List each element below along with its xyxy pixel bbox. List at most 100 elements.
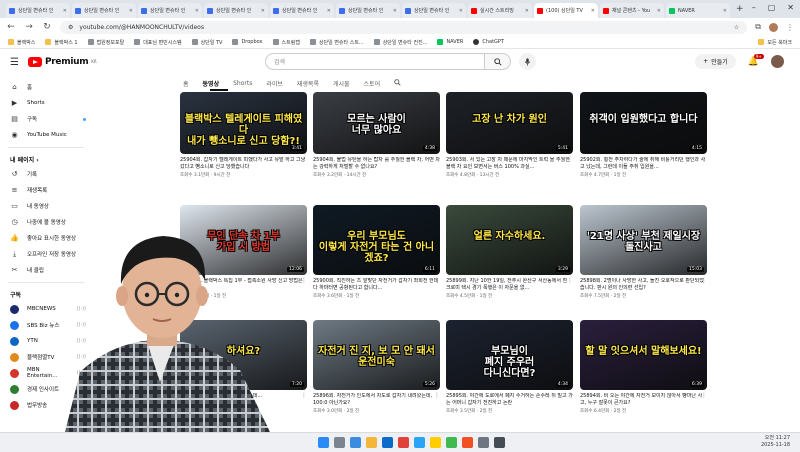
video-card[interactable]: '21명 사상' 부천 제일시장 돌진사고 15:03 25898회. 2명이나 사…	[580, 205, 707, 299]
video-menu-icon[interactable]: ⋮	[567, 277, 573, 284]
bookmark-item[interactable]: 상단일 TV	[191, 39, 222, 46]
office-icon[interactable]	[462, 437, 473, 448]
store-icon[interactable]	[414, 437, 425, 448]
sidebar-you-header[interactable]: 내 페이지 ›	[0, 152, 92, 166]
video-title[interactable]: 25902회. 횡전 주차하다가 술에 취해 비틀거리던 행인과 사고 났는데,…	[580, 157, 707, 170]
video-menu-icon[interactable]: ⋮	[434, 156, 440, 163]
video-thumbnail[interactable]: 고장 난 차가 원인 5:41	[446, 92, 573, 154]
hamburger-menu-icon[interactable]: ☰	[10, 57, 24, 68]
voice-search-button[interactable]	[519, 53, 536, 70]
video-title[interactable]: 25900회. 직진하는 츠 앞맞단 자전거가 갑자기 좌회전 한데다 하마터면…	[313, 278, 440, 291]
sidebar-item[interactable]: ↺ 기록	[0, 166, 92, 182]
sidebar-item[interactable]: ▤ 구독	[0, 111, 92, 127]
browser-tab[interactable]: NAVER ✕	[666, 3, 730, 18]
tab-close-icon[interactable]: ✕	[657, 8, 661, 14]
profile-avatar[interactable]	[769, 22, 778, 32]
video-thumbnail[interactable]: 부모님이 폐지 주우러 다니신다면? 4:34	[446, 320, 573, 390]
bookmark-item[interactable]: 법원정보포탈	[87, 39, 124, 46]
search-icon[interactable]	[334, 437, 345, 448]
video-menu-icon[interactable]: ⋮	[567, 392, 573, 399]
browser-tab[interactable]: 상단일 변슈타 인 ✕	[204, 3, 268, 18]
app-icon[interactable]	[494, 437, 505, 448]
bookmark-item[interactable]: 상단일 변슈타 컨진...	[373, 39, 427, 46]
maximize-icon[interactable]: ▢	[768, 3, 776, 12]
video-title[interactable]: 25904회. 갑자기 텔레게이트 피했다가 사고 유발 하고 그냥 갔다고 뺑…	[180, 157, 307, 170]
bookmark-item[interactable]: 블랙박스 1	[45, 39, 78, 46]
kakaotalk-icon[interactable]	[430, 437, 441, 448]
browser-tab[interactable]: 상단일 변슈타 인 ✕	[336, 3, 400, 18]
chrome-icon[interactable]	[398, 437, 409, 448]
video-menu-icon[interactable]: ⋮	[701, 392, 707, 399]
video-card[interactable]: 블랙박스 텔레게이트 피해였다 내가 뺑소니로 신고 당함?! 3:41 25904…	[180, 92, 307, 178]
windows-start-icon[interactable]	[318, 437, 329, 448]
edge-browser-icon[interactable]	[382, 437, 393, 448]
browser-tab[interactable]: 채널 콘텐츠 - You ✕	[600, 3, 664, 18]
all-bookmarks[interactable]: 모든 북마크	[758, 39, 792, 46]
bookmark-item[interactable]: 스트림랩	[272, 39, 300, 46]
video-title[interactable]: 25894회. 비 오는 야간에 자전거 보이지 않아서 빵마난 사고, 누구 …	[580, 393, 707, 406]
search-input[interactable]: 검색	[265, 53, 485, 70]
bookmark-item[interactable]: ChatGPT	[473, 39, 504, 46]
video-card[interactable]: 할 말 잇으셔서 말해보세요! 6:39 25894회. 비 오는 야간에 자전거 …	[580, 320, 707, 414]
bookmark-item[interactable]: NAVER	[437, 39, 463, 46]
video-menu-icon[interactable]: ⋮	[701, 277, 707, 284]
channel-tab[interactable]: Shorts	[233, 80, 252, 87]
video-thumbnail[interactable]: 블랙박스 텔레게이트 피해였다 내가 뺑소니로 신고 당함?! 3:41	[180, 92, 307, 154]
browser-tab[interactable]: 상단일 변슈타 인 ✕	[270, 3, 334, 18]
video-thumbnail[interactable]: 취객이 입원했다고 합니다 4:15	[580, 92, 707, 154]
system-clock[interactable]: 오전 11:27 2025-11-18	[761, 435, 790, 449]
bookmark-item[interactable]: 상단일 변슈타 스트...	[309, 39, 364, 46]
video-card[interactable]: 고장 난 차가 원인 5:41 25903회. 서 있는 고장 차 때문에 마지막인…	[446, 92, 573, 178]
channel-tab[interactable]: 재생목록	[297, 79, 319, 88]
forward-icon[interactable]: →	[24, 22, 34, 32]
video-title[interactable]: 25898회. 2명이나 사망한 사고, 돌진 오호작으로 판단되었습니다. 판…	[580, 278, 707, 291]
bookmark-item[interactable]: Dropbox	[232, 39, 263, 46]
video-thumbnail[interactable]: '21명 사상' 부천 제일시장 돌진사고 15:03	[580, 205, 707, 275]
video-thumbnail[interactable]: 우리 부모님도 이렇게 자전거 타는 건 아니겠죠? 6:11	[313, 205, 440, 275]
account-avatar[interactable]	[771, 55, 784, 68]
file-explorer-icon[interactable]	[366, 437, 377, 448]
video-card[interactable]: 취객이 입원했다고 합니다 4:15 25902회. 횡전 주차하다가 술에 취해 …	[580, 92, 707, 178]
notifications-button[interactable]: 🔔 9+	[748, 53, 764, 67]
reload-icon[interactable]: ↻	[42, 22, 52, 32]
video-menu-icon[interactable]: ⋮	[567, 156, 573, 163]
tab-close-icon[interactable]: ✕	[591, 8, 595, 14]
video-title[interactable]: 25895회. 야간에 도로에서 폐지 수거하는 손수레 뒤 밀고 가는 어머니…	[446, 393, 573, 406]
tab-close-icon[interactable]: ✕	[393, 8, 397, 14]
tab-close-icon[interactable]: ✕	[327, 8, 331, 14]
create-button[interactable]: + 만들기	[695, 54, 736, 69]
channel-tab[interactable]: 홈	[183, 79, 189, 88]
search-button[interactable]	[485, 53, 511, 70]
browser-tab[interactable]: 상단일 변슈타 인 ✕	[6, 3, 70, 18]
tab-close-icon[interactable]: ✕	[723, 8, 727, 14]
youtube-logo[interactable]: Premium KR	[28, 57, 97, 67]
sidebar-item[interactable]: ▶ Shorts	[0, 95, 92, 111]
channel-tab[interactable]: 스토어	[364, 79, 381, 88]
bookmark-item[interactable]: 블랙박스	[8, 39, 35, 46]
browser-tab[interactable]: 상단일 변슈타 인 ✕	[72, 3, 136, 18]
sidebar-item[interactable]: ◉ YouTube Music	[0, 127, 92, 143]
back-icon[interactable]: ←	[6, 22, 16, 32]
video-card[interactable]: 모르는 사람이 너무 많아요 4:38 25904회. 불법 유턴을 하는 탑차 를…	[313, 92, 440, 178]
tab-close-icon[interactable]: ✕	[525, 8, 529, 14]
tab-close-icon[interactable]: ✕	[195, 8, 199, 14]
menu-dots-icon[interactable]: ⋮	[786, 23, 794, 32]
tab-close-icon[interactable]: ✕	[459, 8, 463, 14]
browser-tab[interactable]: (100) 상단일 TV ✕	[534, 3, 598, 18]
video-title[interactable]: 25903회. 서 있는 고장 차 때문에 마지막인 트럭 을 추월한 블랙 차…	[446, 157, 573, 170]
app-icon[interactable]	[478, 437, 489, 448]
video-title[interactable]: 25896회. 자전거가 인도에서 차도로 갑자기 내려왔는데, 100:0 아…	[313, 393, 440, 406]
channel-tab[interactable]: 동영상	[203, 79, 220, 88]
new-tab-button[interactable]: +	[736, 4, 744, 14]
tab-close-icon[interactable]: ✕	[261, 8, 265, 14]
video-menu-icon[interactable]: ⋮	[434, 392, 440, 399]
minimize-icon[interactable]: –	[752, 3, 756, 12]
bookmark-star-icon[interactable]: ☆	[734, 24, 739, 31]
video-card[interactable]: 얼른 자수하세요. 3:29 25899회. 지난 10한 19일, 전주시 완산구…	[446, 205, 573, 299]
video-thumbnail[interactable]: 자전거 진 지, 보 모 안 돼서 운전미숙 5:26	[313, 320, 440, 390]
browser-tab[interactable]: 상단일 변슈타 인 ✕	[402, 3, 466, 18]
video-title[interactable]: 25904회. 불법 유턴을 하는 탑차 를 추월한 블랙 차, 어떤 차는 강…	[313, 157, 440, 170]
tab-close-icon[interactable]: ✕	[129, 8, 133, 14]
browser-tab[interactable]: 실시간 스트리밍 ✕	[468, 3, 532, 18]
video-menu-icon[interactable]: ⋮	[434, 277, 440, 284]
